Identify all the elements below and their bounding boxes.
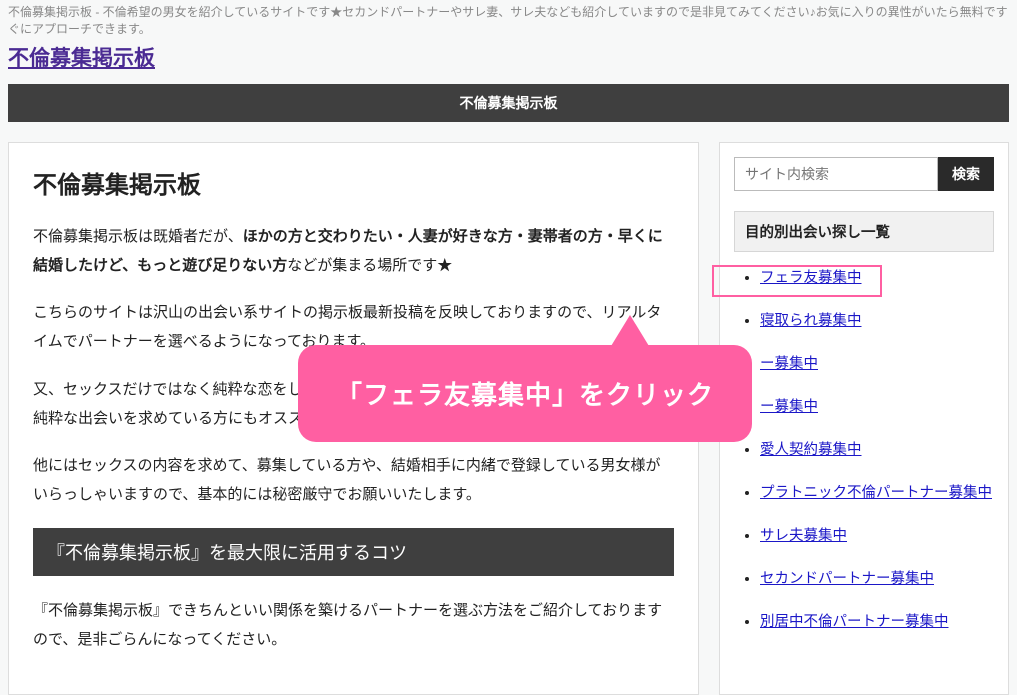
category-list: フェラ友募集中 寝取られ募集中 ー募集中 ー募集中 愛人契約募集中 プラトニック… bbox=[734, 266, 994, 631]
category-link[interactable]: 別居中不倫パートナー募集中 bbox=[760, 614, 949, 630]
site-title: 不倫募集掲示板 bbox=[0, 40, 1017, 80]
section-heading: 『不倫募集掲示板』を最大限に活用するコツ bbox=[33, 528, 674, 576]
paragraph-1: 不倫募集掲示板は既婚者だが、ほかの方と交わりたい・人妻が好きな方・妻帯者の方・早… bbox=[33, 222, 674, 281]
paragraph-1-tail: などが集まる場所です★ bbox=[287, 257, 452, 274]
search-button[interactable]: 検索 bbox=[938, 157, 994, 191]
list-item: 愛人契約募集中 bbox=[760, 438, 994, 459]
list-item: フェラ友募集中 bbox=[760, 266, 994, 287]
category-link[interactable]: セカンドパートナー募集中 bbox=[760, 571, 934, 587]
sidebar-section-title: 目的別出会い探し一覧 bbox=[734, 211, 994, 252]
list-item: サレ夫募集中 bbox=[760, 524, 994, 545]
page-tagline: 不倫募集掲示板 - 不倫希望の男女を紹介しているサイトです★セカンドパートナーや… bbox=[0, 0, 1017, 40]
sidebar: 検索 目的別出会い探し一覧 フェラ友募集中 寝取られ募集中 ー募集中 ー募集中 … bbox=[719, 142, 1009, 695]
category-link[interactable]: ー募集中 bbox=[760, 399, 818, 415]
paragraph-4: 他にはセックスの内容を求めて、募集している方や、結婚相手に内緒で登録している男女… bbox=[33, 451, 674, 510]
category-link[interactable]: ー募集中 bbox=[760, 356, 818, 372]
list-item: ー募集中 bbox=[760, 352, 994, 373]
category-link[interactable]: サレ夫募集中 bbox=[760, 528, 847, 544]
page-heading: 不倫募集掲示板 bbox=[33, 165, 674, 200]
paragraph-1-plain: 不倫募集掲示板は既婚者だが、 bbox=[33, 228, 243, 245]
search-box: 検索 bbox=[734, 157, 994, 191]
category-link[interactable]: 寝取られ募集中 bbox=[760, 313, 862, 329]
list-item: 別居中不倫パートナー募集中 bbox=[760, 610, 994, 631]
category-link[interactable]: フェラ友募集中 bbox=[760, 270, 862, 286]
annotation-callout: 「フェラ友募集中」をクリック bbox=[298, 345, 752, 442]
list-item: 寝取られ募集中 bbox=[760, 309, 994, 330]
category-link[interactable]: 愛人契約募集中 bbox=[760, 442, 862, 458]
search-input[interactable] bbox=[734, 157, 938, 191]
list-item: ー募集中 bbox=[760, 395, 994, 416]
navbar-label[interactable]: 不倫募集掲示板 bbox=[460, 95, 558, 111]
category-link[interactable]: プラトニック不倫パートナー募集中 bbox=[760, 485, 992, 501]
list-item: プラトニック不倫パートナー募集中 bbox=[760, 481, 994, 502]
navbar: 不倫募集掲示板 bbox=[8, 84, 1009, 122]
paragraph-5: 『不倫募集掲示板』できちんといい関係を築けるパートナーを選ぶ方法をご紹介しており… bbox=[33, 596, 674, 655]
site-title-link[interactable]: 不倫募集掲示板 bbox=[8, 47, 155, 70]
list-item: セカンドパートナー募集中 bbox=[760, 567, 994, 588]
